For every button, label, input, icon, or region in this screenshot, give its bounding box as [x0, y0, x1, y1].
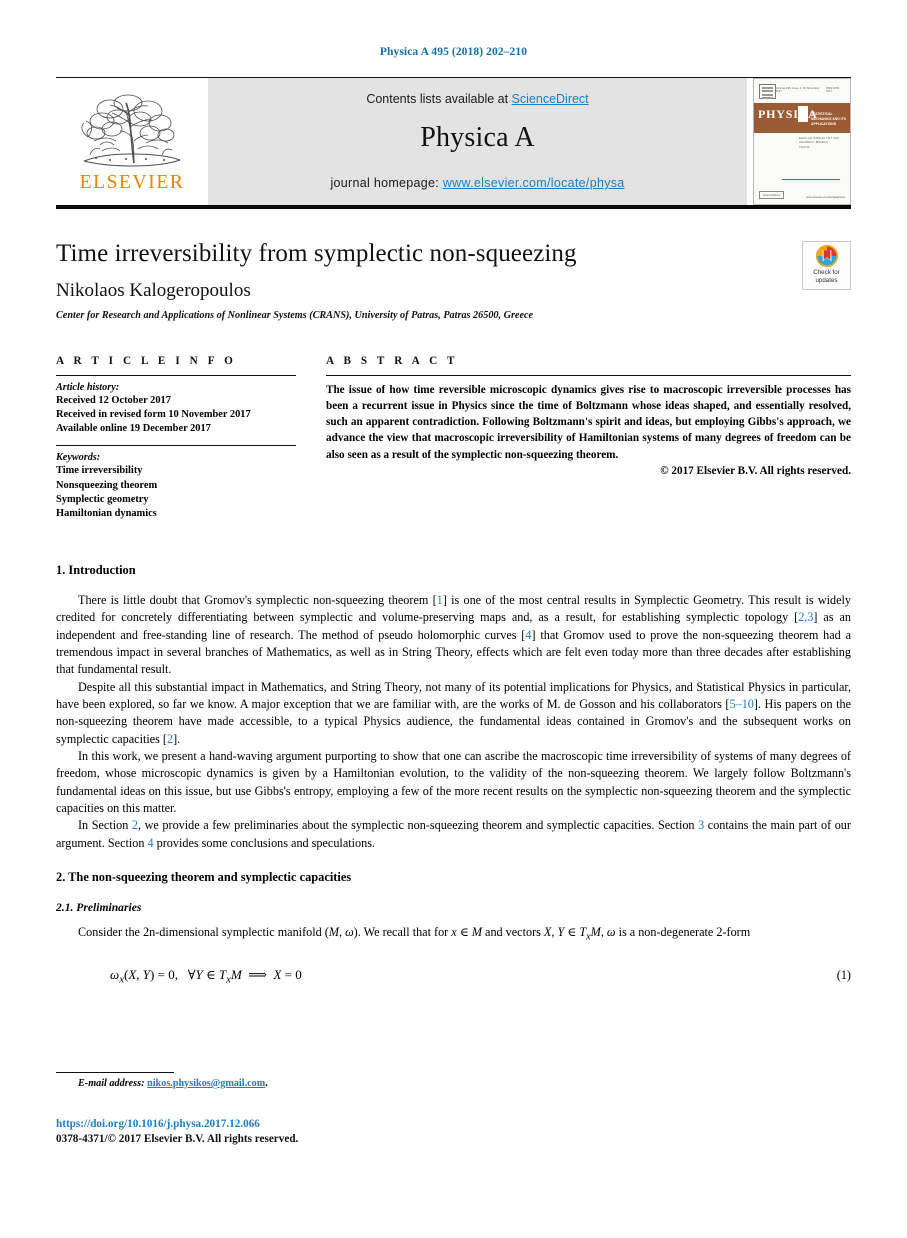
article-history-online: Available online 19 December 2017 [56, 423, 211, 435]
paragraph-preliminaries: Consider the 2n-dimensional symplectic m… [78, 924, 751, 943]
contents-prefix: Contents lists available at [366, 92, 512, 106]
citation-link[interactable]: 2 [167, 732, 173, 746]
article-info-column: A R T I C L E I N F O Article history: R… [56, 355, 296, 521]
journal-header: ELSEVIER Contents lists available at Sci… [56, 77, 851, 209]
journal-cover-thumbnail[interactable]: Volume 495, Issue 1, 15 November 2017 IS… [753, 78, 851, 205]
cover-issue-line: Volume 495, Issue 1, 15 November 2017 [775, 87, 820, 93]
crossmark-line2: updates [815, 276, 838, 284]
abstract-text: The issue of how time reversible microsc… [326, 384, 851, 461]
cover-divider [782, 179, 840, 180]
equation-number-1: (1) [836, 967, 851, 982]
journal-band: Contents lists available at ScienceDirec… [208, 78, 747, 205]
cover-publisher-mark [759, 84, 776, 99]
equation-row: ωx(X, Y) = 0, ∀Y ∈ TxM ⟹ X = 0 (1) [56, 967, 851, 986]
paragraph-intro-1: There is little doubt that Gromov's symp… [56, 592, 852, 677]
equation-1: ωx(X, Y) = 0, ∀Y ∈ TxM ⟹ X = 0 [110, 966, 302, 986]
elsevier-wordmark: ELSEVIER [79, 172, 185, 193]
issn-copyright-line: 0378-4371/© 2017 Elsevier B.V. All right… [56, 1133, 299, 1145]
keyword-item: Time irreversibility [56, 465, 143, 477]
abstract-column: A B S T R A C T The issue of how time re… [326, 355, 851, 521]
sciencedirect-link[interactable]: ScienceDirect [512, 92, 589, 106]
journal-cover-cell: Volume 495, Issue 1, 15 November 2017 IS… [747, 78, 851, 205]
contents-line: Contents lists available at ScienceDirec… [366, 92, 588, 106]
abstract-heading: A B S T R A C T [326, 355, 459, 367]
footnote-rule [56, 1072, 174, 1073]
article-history-received: Received 12 October 2017 [56, 395, 171, 406]
title-block: Time irreversibility from symplectic non… [56, 239, 851, 321]
column-gap [296, 355, 326, 521]
section-link[interactable]: 3 [698, 818, 704, 832]
section-heading-2: 2. The non-squeezing theorem and symplec… [56, 869, 352, 884]
author-affiliation: Center for Research and Applications of … [56, 310, 534, 321]
cover-editors: Editors H.E. STANLEY J.M.J. VAN LEEUWEN … [799, 137, 839, 149]
author-name: Nikolaos Kalogeropoulos [56, 280, 251, 301]
keyword-item: Hamiltonian dynamics [56, 507, 157, 519]
page-title: Time irreversibility from symplectic non… [56, 240, 577, 267]
journal-title: Physica A [420, 122, 535, 153]
crossmark-text: Check for updates [813, 269, 839, 285]
cover-url: www.elsevier.com/locate/physa [806, 195, 845, 199]
citation-link[interactable]: 5–10 [730, 697, 754, 711]
citation-link[interactable]: 1 [437, 593, 443, 607]
cover-issn-line: ISSN 0378-4371 [826, 87, 840, 93]
paragraph-intro-2: Despite all this substantial impact in M… [56, 679, 852, 746]
crossmark-badge[interactable]: Check for updates [802, 241, 851, 290]
elsevier-logo: ELSEVIER [56, 78, 208, 205]
keywords-rule [56, 445, 296, 447]
section-link[interactable]: 4 [148, 836, 154, 850]
running-head: Physica A 495 (2018) 202–210 [379, 46, 528, 58]
article-info-heading: A R T I C L E I N F O [56, 355, 237, 367]
paper-page: Physica A 495 (2018) 202–210 ELSEVIER Co… [0, 0, 907, 1238]
article-body: 1. Introduction There is little doubt th… [56, 563, 851, 985]
email-label: E-mail address: [78, 1078, 145, 1089]
footnote-block: E-mail address: nikos.physikos@gmail.com… [56, 1072, 851, 1089]
email-link[interactable]: nikos.physikos@gmail.com [147, 1078, 265, 1089]
section-heading-introduction: 1. Introduction [56, 562, 136, 577]
header-bottom-rule [56, 205, 851, 209]
article-info-rule [56, 375, 296, 376]
homepage-prefix: journal homepage: [330, 176, 443, 190]
article-history-label: Article history: [56, 382, 120, 393]
keyword-item: Symplectic geometry [56, 493, 149, 505]
doi-link[interactable]: https://doi.org/10.1016/j.physa.2017.12.… [56, 1117, 260, 1132]
footnote-email-line: E-mail address: nikos.physikos@gmail.com… [56, 1078, 851, 1089]
abstract-copyright: © 2017 Elsevier B.V. All rights reserved… [660, 464, 851, 477]
paragraph-intro-4: In Section 2, we provide a few prelimina… [56, 818, 851, 850]
homepage-line: journal homepage: www.elsevier.com/locat… [330, 176, 624, 190]
article-history-revised: Received in revised form 10 November 201… [56, 409, 251, 421]
page-content: Physica A 495 (2018) 202–210 ELSEVIER Co… [56, 0, 851, 985]
cover-brand: PHYSICA [758, 107, 818, 121]
elsevier-tree-icon [76, 93, 188, 171]
crossmark-line1: Check for [813, 269, 840, 276]
section-link[interactable]: 2 [132, 818, 138, 832]
keywords-label: Keywords: [56, 452, 101, 464]
journal-homepage-link[interactable]: www.elsevier.com/locate/physa [443, 176, 625, 190]
cover-white-block [798, 106, 808, 122]
paragraph-intro-3: In this work, we present a hand-waving a… [56, 748, 851, 815]
keyword-item: Nonsqueezing theorem [56, 479, 158, 491]
email-suffix: . [265, 1078, 268, 1089]
citation-link[interactable]: 4 [525, 628, 531, 642]
abstract-rule [326, 375, 851, 376]
info-abstract-row: A R T I C L E I N F O Article history: R… [56, 355, 851, 521]
crossmark-icon [815, 245, 838, 267]
cover-badge: ScienceDirect [759, 191, 785, 199]
citation-link[interactable]: 2,3 [798, 610, 813, 624]
subsection-heading-2-1: 2.1. Preliminaries [56, 900, 142, 914]
cover-subtitle: STATISTICAL MECHANICS AND ITS APPLICATIO… [811, 112, 846, 127]
